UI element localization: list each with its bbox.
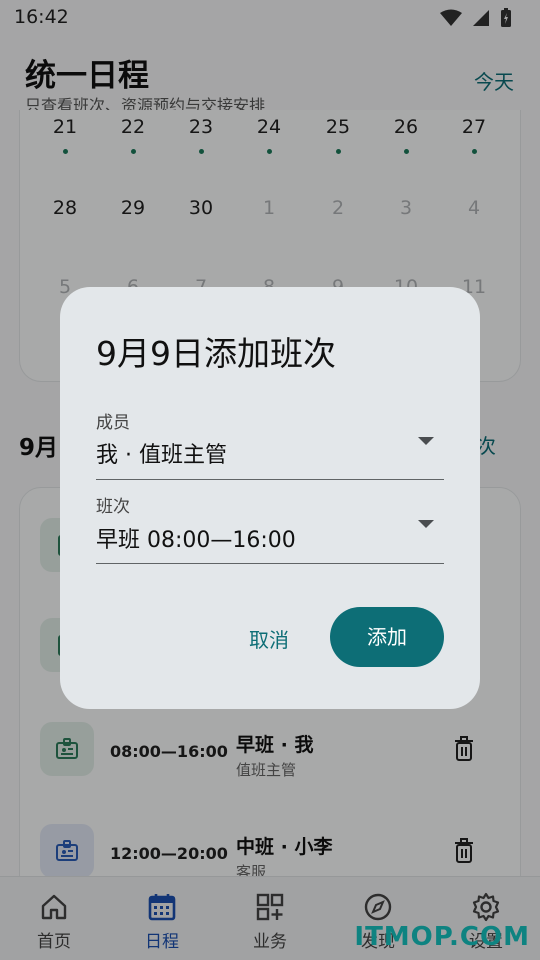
dialog-title: 9月9日添加班次 — [96, 334, 336, 373]
shift-label: 班次 — [96, 497, 130, 517]
shift-value: 早班 08:00—16:00 — [96, 528, 296, 553]
cancel-button[interactable]: 取消 — [236, 622, 302, 658]
member-underline — [96, 479, 444, 480]
member-value: 我 · 值班主管 — [96, 443, 227, 468]
member-dropdown[interactable]: 成员 我 · 值班主管 — [96, 397, 444, 483]
member-label: 成员 — [96, 413, 130, 433]
add-button[interactable]: 添加 — [330, 607, 444, 667]
chevron-down-icon — [418, 437, 434, 445]
add-shift-dialog: 9月9日添加班次 成员 我 · 值班主管 班次 早班 08:00—16:00 取… — [60, 287, 480, 709]
shift-underline — [96, 563, 444, 564]
chevron-down-icon — [418, 520, 434, 528]
shift-dropdown[interactable]: 班次 早班 08:00—16:00 — [96, 482, 444, 568]
